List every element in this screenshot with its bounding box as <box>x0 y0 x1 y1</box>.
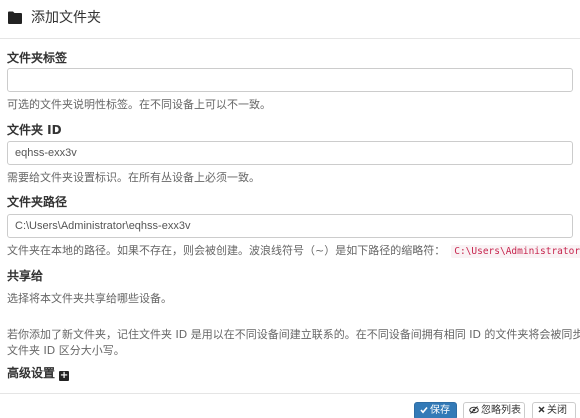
add-folder-dialog: 添加文件夹 文件夹标签 可选的文件夹说明性标签。在不同设备上可以不一致。 文件夹… <box>0 0 580 418</box>
folder-label-help: 可选的文件夹说明性标签。在不同设备上可以不一致。 <box>7 98 271 111</box>
ignore-list-button[interactable]: 忽略列表 <box>463 402 525 418</box>
folder-path-help: 文件夹在本地的路径。如果不存在，则会被创建。波浪线符号（~）是如下路径的缩略符：… <box>7 243 580 259</box>
folder-icon <box>8 11 22 24</box>
home-path-code: C:\Users\Administrator <box>451 245 580 258</box>
folder-path-label: 文件夹路径 <box>7 195 68 209</box>
folder-label-label: 文件夹标签 <box>7 51 68 65</box>
share-with-label: 共享给 <box>7 269 44 283</box>
ignore-list-label: 忽略列表 <box>481 405 521 416</box>
folder-label-input[interactable] <box>7 68 573 92</box>
folder-id-label: 文件夹 ID <box>7 123 62 137</box>
eye-slash-icon <box>469 406 479 414</box>
folder-id-input[interactable] <box>7 141 573 165</box>
check-icon <box>420 406 428 414</box>
folder-id-help: 需要给文件夹设置标识。在所有丛设备上必须一致。 <box>7 171 260 184</box>
dialog-title: 添加文件夹 <box>31 10 101 26</box>
plus-square-icon[interactable]: + <box>59 371 70 381</box>
close-label: 关闭 <box>547 405 567 416</box>
folder-path-input[interactable] <box>7 214 573 238</box>
folder-path-help-text: 文件夹在本地的路径。如果不存在，则会被创建。波浪线符号（~）是如下路径的缩略符： <box>7 244 446 257</box>
close-button[interactable]: 关闭 <box>532 402 576 418</box>
advanced-settings-toggle[interactable]: 高级设置 + <box>7 365 70 381</box>
folder-id-notice-line1: 若你添加了新文件夹，记住文件夹 ID 是用以在不同设备间建立联系的。在不同设备间… <box>7 328 580 341</box>
share-with-help: 选择将本文件夹共享给哪些设备。 <box>7 292 172 305</box>
folder-id-notice-line2: 文件夹 ID 区分大小写。 <box>7 344 125 357</box>
dialog-header: 添加文件夹 <box>0 0 580 39</box>
close-icon <box>538 406 545 413</box>
advanced-settings-label: 高级设置 <box>7 366 56 380</box>
save-button[interactable]: 保存 <box>414 402 457 418</box>
save-label: 保存 <box>430 405 450 416</box>
